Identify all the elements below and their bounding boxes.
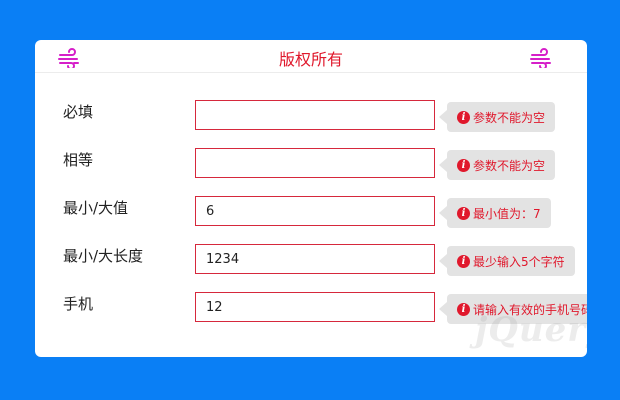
card-header: 版权所有 [35,40,587,73]
phone-input[interactable] [195,292,435,322]
form-row-min-max-value: 最小/大值 i 最小值为：7 [35,196,587,228]
error-message: 参数不能为空 [473,110,546,125]
form-row-min-max-length: 最小/大长度 i 最少输入5个字符 [35,244,587,276]
required-input[interactable] [195,100,435,130]
error-tooltip: i 最少输入5个字符 [439,246,575,276]
exclamation-icon: i [457,206,470,220]
error-message: 最小值为：7 [473,206,541,221]
exclamation-icon: i [457,302,470,316]
error-tooltip: i 参数不能为空 [438,150,556,180]
min-max-value-input[interactable] [195,196,435,226]
watermark-logo: jQuery [475,310,587,350]
form-row-equal: 相等 i 参数不能为空 [35,148,587,180]
field-label: 手机 [63,295,94,313]
error-tooltip: i 最小值为：7 [439,198,551,228]
error-tooltip: i 参数不能为空 [438,102,556,132]
exclamation-icon: i [457,254,470,268]
field-label: 最小/大长度 [63,247,144,265]
min-max-length-input[interactable] [195,244,435,274]
error-message: 参数不能为空 [473,158,546,173]
field-label: 必填 [63,103,94,121]
form-row-required: 必填 i 参数不能为空 [35,100,587,132]
field-label: 最小/大值 [63,199,129,217]
wind-icon [530,48,551,68]
error-message: 最少输入5个字符 [473,254,565,269]
field-label: 相等 [63,151,94,169]
exclamation-icon: i [457,158,470,172]
form-card: 版权所有 必填 i 参数不能为空 相等 i 参数不能为空 最小/大值 6 i 最… [35,40,587,357]
page-title: 版权所有 [278,50,343,69]
exclamation-icon: i [457,110,470,124]
equal-input[interactable] [195,148,435,178]
